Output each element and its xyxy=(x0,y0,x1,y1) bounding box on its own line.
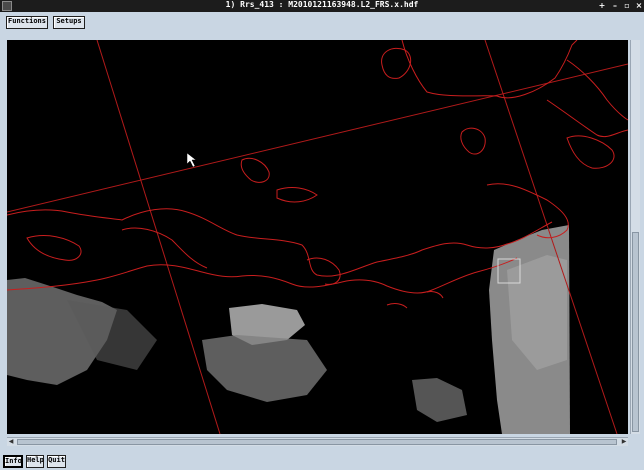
horizontal-scrollbar-thumb[interactable] xyxy=(17,439,617,445)
maximize-icon[interactable]: ▫ xyxy=(622,1,632,11)
title-bar[interactable]: 1) Rrs_413 : M2010121163948.L2_FRS.x.hdf… xyxy=(0,0,644,12)
satellite-data-regions xyxy=(7,225,570,434)
coastline-island-ne xyxy=(460,127,486,155)
close-icon[interactable]: × xyxy=(634,1,644,11)
pin-icon[interactable]: + xyxy=(597,1,607,11)
coastline-north-east xyxy=(566,59,628,121)
coastline-north-inlets xyxy=(546,99,628,138)
scroll-left-icon[interactable]: ◀ xyxy=(7,438,15,446)
scroll-right-icon[interactable]: ▶ xyxy=(620,438,628,446)
functions-button[interactable]: Functions xyxy=(6,16,48,29)
data-region-center-speckle xyxy=(202,335,327,402)
coastline-west-inlet xyxy=(121,227,208,269)
coastline-ne-cluster xyxy=(566,135,615,169)
data-region-south xyxy=(412,378,467,422)
coastline-mid-islands xyxy=(240,157,270,183)
vertical-scrollbar[interactable] xyxy=(630,40,640,434)
coastline-mid-islands-2 xyxy=(276,187,318,203)
window-title: 1) Rrs_413 : M2010121163948.L2_FRS.x.hdf xyxy=(225,0,419,9)
coastline-south-island-1 xyxy=(386,303,408,309)
help-button[interactable]: Help xyxy=(26,455,44,468)
horizontal-scrollbar[interactable]: ◀ ▶ xyxy=(7,437,628,446)
coastline-south-island-2 xyxy=(426,291,444,299)
coastline-main-west xyxy=(7,208,553,277)
info-button[interactable]: Info xyxy=(3,455,23,468)
coastline-west-bay xyxy=(26,235,82,261)
coastline-south-main xyxy=(7,257,518,294)
map-overlay xyxy=(7,40,628,434)
quit-button[interactable]: Quit xyxy=(47,455,66,468)
satellite-image-canvas[interactable] xyxy=(7,40,628,434)
coastline-center-inlet xyxy=(306,257,341,285)
setups-button[interactable]: Setups xyxy=(53,16,85,29)
mouse-pointer-icon xyxy=(186,152,197,168)
vertical-scrollbar-thumb[interactable] xyxy=(632,232,639,432)
coastline-north-mainland xyxy=(401,40,578,99)
grid-line-diagonal-1 xyxy=(96,40,221,434)
minimize-icon[interactable]: – xyxy=(610,1,620,11)
